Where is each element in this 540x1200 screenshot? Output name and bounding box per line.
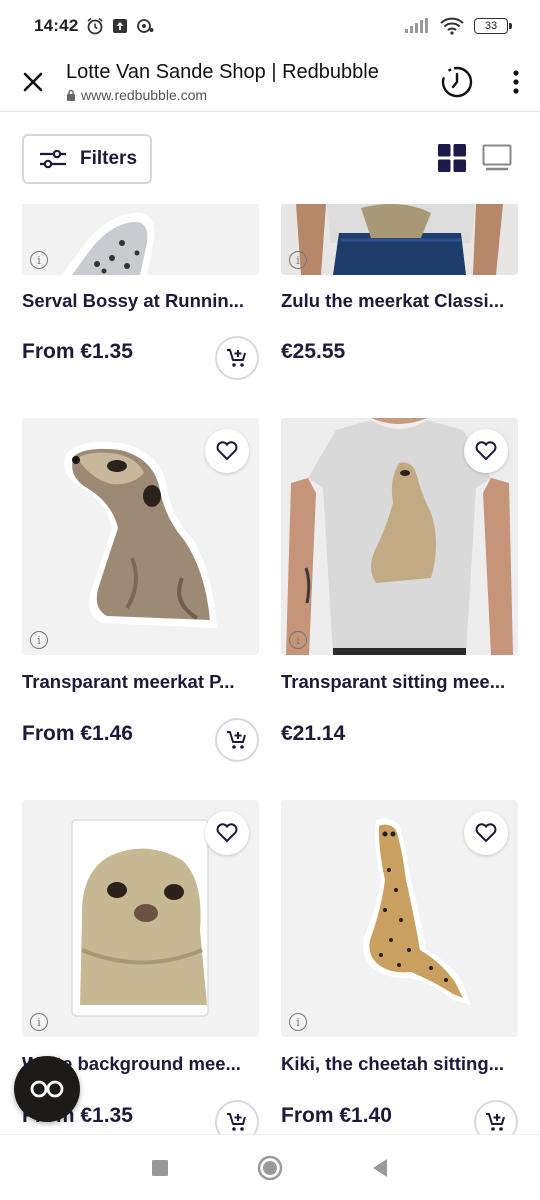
single-view-icon[interactable]: [482, 144, 512, 172]
product-price: From €1.40: [281, 1104, 392, 1127]
heart-icon: [216, 441, 238, 461]
history-button[interactable]: [422, 52, 492, 112]
info-icon[interactable]: i: [289, 631, 307, 649]
lock-icon: [67, 89, 75, 101]
product-price: €25.55: [281, 340, 346, 363]
cart-plus-icon: [486, 1113, 505, 1131]
tshirt-model-image: [281, 204, 518, 275]
info-icon[interactable]: i: [30, 1013, 48, 1031]
battery-icon: 33: [474, 18, 512, 34]
glasses-icon: [30, 1080, 64, 1098]
upload-icon: [113, 19, 128, 33]
product-grid: i Serval Bossy at Runnin... From €1.35 i…: [0, 204, 540, 1134]
product-price: From €1.46: [22, 722, 133, 745]
add-to-cart-button[interactable]: [215, 1100, 259, 1134]
add-to-cart-button[interactable]: [215, 718, 259, 762]
product-title[interactable]: Zulu the meerkat Classi...: [281, 290, 518, 312]
favorite-button[interactable]: [464, 811, 508, 855]
more-vert-icon: [513, 69, 519, 94]
product-image[interactable]: i: [281, 418, 518, 655]
close-button[interactable]: [0, 52, 66, 112]
cart-plus-icon: [227, 349, 246, 367]
product-title[interactable]: Transparant meerkat P...: [22, 671, 259, 693]
sliders-icon: [40, 149, 66, 169]
favorite-button[interactable]: [464, 429, 508, 473]
product-image[interactable]: i: [281, 800, 518, 1037]
product-image[interactable]: i: [22, 204, 259, 275]
page-url: www.redbubble.com: [81, 86, 208, 103]
chat-icon: [137, 19, 154, 33]
history-icon: [441, 66, 473, 97]
filters-button[interactable]: Filters: [22, 134, 152, 184]
close-icon: [23, 72, 43, 91]
info-icon[interactable]: i: [289, 1013, 307, 1031]
info-icon[interactable]: i: [30, 251, 48, 269]
product-image[interactable]: i: [281, 204, 518, 275]
status-time: 14:42: [34, 16, 79, 35]
recents-icon[interactable]: [151, 1159, 169, 1177]
serval-sticker-image: [62, 212, 155, 275]
heart-icon: [216, 823, 238, 843]
app-bar: Lotte Van Sande Shop | Redbubble www.red…: [0, 52, 540, 112]
product-image[interactable]: i: [22, 418, 259, 655]
info-icon[interactable]: i: [289, 251, 307, 269]
alarm-icon: [87, 17, 103, 35]
heart-icon: [475, 823, 497, 843]
filter-bar: Filters: [0, 112, 540, 204]
floating-action-button[interactable]: [14, 1056, 80, 1122]
page-titles: Lotte Van Sande Shop | Redbubble www.red…: [66, 61, 422, 103]
grid-view-icon[interactable]: [438, 144, 466, 172]
filters-label: Filters: [80, 148, 138, 169]
favorite-button[interactable]: [205, 811, 249, 855]
product-title[interactable]: Kiki, the cheetah sitting...: [281, 1053, 518, 1075]
cart-plus-icon: [227, 731, 246, 749]
favorite-button[interactable]: [205, 429, 249, 473]
back-icon[interactable]: [371, 1158, 389, 1178]
heart-icon: [475, 441, 497, 461]
info-icon[interactable]: i: [30, 631, 48, 649]
more-options-button[interactable]: [492, 52, 540, 112]
home-icon[interactable]: [257, 1155, 283, 1181]
product-title[interactable]: Serval Bossy at Runnin...: [22, 290, 259, 312]
wifi-icon: [440, 17, 464, 35]
system-nav-bar: [0, 1134, 540, 1200]
add-to-cart-button[interactable]: [474, 1100, 518, 1134]
product-price: €21.14: [281, 722, 346, 745]
product-price: From €1.35: [22, 340, 133, 363]
add-to-cart-button[interactable]: [215, 336, 259, 380]
product-title[interactable]: Transparant sitting mee...: [281, 671, 518, 693]
product-image[interactable]: i: [22, 800, 259, 1037]
page-title: Lotte Van Sande Shop | Redbubble: [66, 60, 379, 83]
signal-icon: [405, 18, 428, 33]
cart-plus-icon: [227, 1113, 246, 1131]
status-bar: 14:42 33: [0, 0, 540, 52]
battery-level: 33: [484, 20, 498, 32]
